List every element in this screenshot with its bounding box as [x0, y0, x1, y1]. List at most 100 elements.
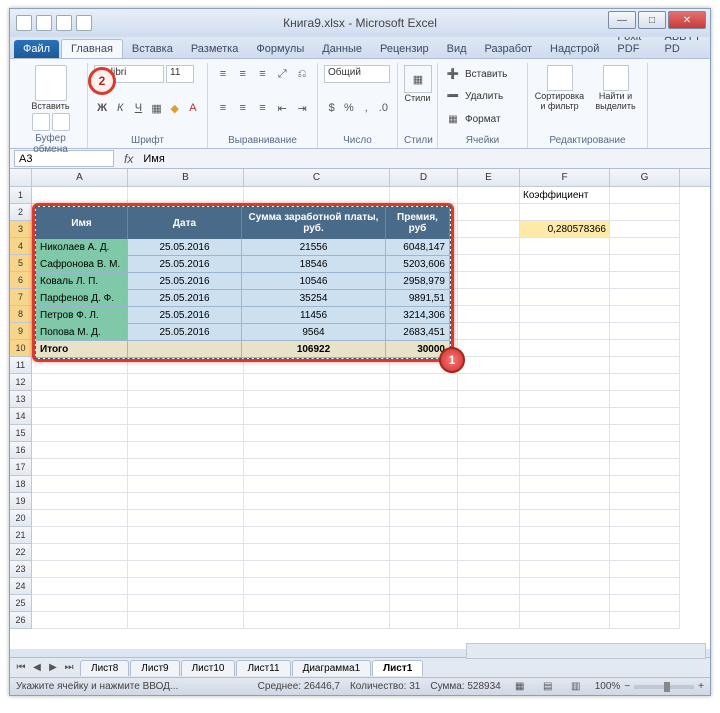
cell[interactable]: [520, 391, 610, 408]
row-header[interactable]: 13: [10, 391, 32, 408]
cell[interactable]: [610, 527, 680, 544]
cell[interactable]: [610, 510, 680, 527]
cell[interactable]: [32, 408, 128, 425]
cell[interactable]: [390, 391, 458, 408]
sheet-tab[interactable]: Лист9: [130, 660, 179, 676]
cell[interactable]: [32, 459, 128, 476]
tab-review[interactable]: Рецензир: [371, 40, 438, 58]
select-all-corner[interactable]: [10, 169, 32, 186]
cell[interactable]: [610, 476, 680, 493]
tab-addins[interactable]: Надстрой: [541, 40, 608, 58]
format-cells-label[interactable]: Формат: [465, 114, 501, 125]
cell[interactable]: [390, 459, 458, 476]
cell[interactable]: [610, 187, 680, 204]
font-color-icon[interactable]: A: [185, 99, 201, 117]
cell[interactable]: [32, 527, 128, 544]
insert-cells-icon[interactable]: ➕: [444, 65, 462, 83]
row-header[interactable]: 19: [10, 493, 32, 510]
cell[interactable]: [520, 272, 610, 289]
cell[interactable]: [458, 578, 520, 595]
col-header-A[interactable]: A: [32, 169, 128, 186]
zoom-control[interactable]: 100% −+: [595, 681, 704, 692]
cell[interactable]: [390, 612, 458, 629]
cell[interactable]: [520, 238, 610, 255]
close-button[interactable]: ✕: [668, 11, 706, 29]
row-header[interactable]: 11: [10, 357, 32, 374]
cell[interactable]: [520, 255, 610, 272]
cell[interactable]: [128, 527, 244, 544]
cell[interactable]: [520, 442, 610, 459]
cell[interactable]: [128, 510, 244, 527]
cell[interactable]: [610, 544, 680, 561]
align-right-icon[interactable]: ≡: [254, 99, 272, 117]
row-header[interactable]: 14: [10, 408, 32, 425]
cell[interactable]: [128, 578, 244, 595]
quick-access-toolbar[interactable]: [16, 15, 92, 31]
cell[interactable]: [610, 578, 680, 595]
cell[interactable]: [458, 595, 520, 612]
cell[interactable]: [128, 425, 244, 442]
grid-row[interactable]: 19: [10, 493, 710, 510]
grid-row[interactable]: 15: [10, 425, 710, 442]
cell[interactable]: [458, 374, 520, 391]
table-total-row[interactable]: Итого 106922 30000: [36, 341, 450, 358]
zoom-slider[interactable]: [634, 685, 694, 689]
cell[interactable]: [610, 391, 680, 408]
cell[interactable]: [32, 442, 128, 459]
cell[interactable]: [458, 544, 520, 561]
orientation-icon[interactable]: ⤢: [273, 65, 291, 83]
decrease-indent-icon[interactable]: ⇤: [273, 99, 291, 117]
col-header-E[interactable]: E: [458, 169, 520, 186]
grid-row[interactable]: 1Коэффициент: [10, 187, 710, 204]
table-row[interactable]: Парфенов Д. Ф.25.05.2016352549891,51: [36, 290, 450, 307]
table-row[interactable]: Петров Ф. Л.25.05.2016114563214,306: [36, 307, 450, 324]
cell[interactable]: [244, 374, 390, 391]
grid-row[interactable]: 18: [10, 476, 710, 493]
view-pagebreak-icon[interactable]: ▥: [567, 678, 585, 696]
cell[interactable]: [520, 595, 610, 612]
cell[interactable]: [458, 238, 520, 255]
cell[interactable]: [610, 204, 680, 221]
cell[interactable]: [244, 493, 390, 510]
cell[interactable]: [390, 578, 458, 595]
cell[interactable]: [244, 408, 390, 425]
cell[interactable]: [520, 527, 610, 544]
cell[interactable]: [128, 561, 244, 578]
cell[interactable]: [128, 408, 244, 425]
insert-cells-label[interactable]: Вставить: [465, 69, 507, 80]
cell[interactable]: [390, 544, 458, 561]
cell[interactable]: [610, 595, 680, 612]
cell[interactable]: [520, 578, 610, 595]
row-header[interactable]: 16: [10, 442, 32, 459]
cell[interactable]: [458, 612, 520, 629]
cell[interactable]: [458, 272, 520, 289]
cell[interactable]: [520, 374, 610, 391]
align-top-icon[interactable]: ≡: [214, 65, 232, 83]
border-icon[interactable]: ▦: [149, 99, 165, 117]
cell[interactable]: [520, 340, 610, 357]
cell[interactable]: [610, 255, 680, 272]
cell[interactable]: [390, 425, 458, 442]
cell[interactable]: [458, 340, 520, 357]
formula-input[interactable]: Имя: [139, 153, 710, 165]
table-row[interactable]: Попова М. Д.25.05.201695642683,451: [36, 324, 450, 341]
cell[interactable]: [610, 340, 680, 357]
percent-icon[interactable]: %: [341, 99, 356, 117]
cell[interactable]: [520, 544, 610, 561]
undo-icon[interactable]: [56, 15, 72, 31]
cell[interactable]: [244, 425, 390, 442]
row-header[interactable]: 9: [10, 323, 32, 340]
cell[interactable]: [244, 391, 390, 408]
cell[interactable]: [128, 544, 244, 561]
number-format-select[interactable]: Общий: [324, 65, 390, 83]
cell[interactable]: [244, 578, 390, 595]
cell[interactable]: [32, 510, 128, 527]
table-row[interactable]: Николаев А. Д.25.05.2016215566048,147: [36, 239, 450, 256]
increase-indent-icon[interactable]: ⇥: [293, 99, 311, 117]
cell[interactable]: [390, 408, 458, 425]
align-center-icon[interactable]: ≡: [234, 99, 252, 117]
cell[interactable]: [458, 561, 520, 578]
cell[interactable]: [610, 408, 680, 425]
cell[interactable]: [520, 289, 610, 306]
grid-row[interactable]: 17: [10, 459, 710, 476]
